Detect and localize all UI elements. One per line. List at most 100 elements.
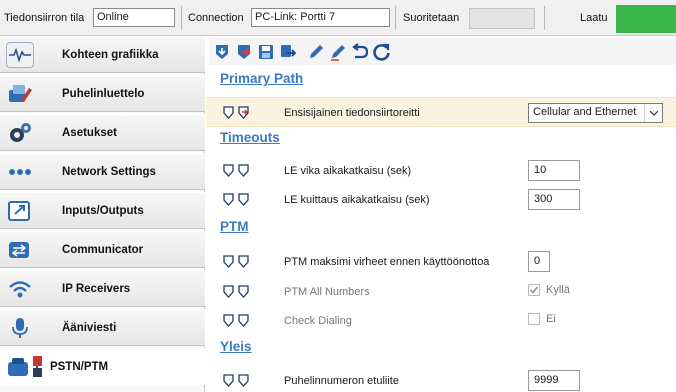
- running-indicator: [469, 8, 535, 29]
- toolbar: [209, 38, 676, 65]
- microphone-icon: [6, 315, 34, 341]
- shield-icon: [223, 314, 234, 327]
- shield-icon: [238, 164, 249, 177]
- sidebar-item-pstn-ptm[interactable]: PSTN/PTM: [0, 348, 205, 385]
- status-bar: Tiedonsiirron tila Online Connection PC-…: [0, 0, 676, 36]
- row-check-dialing: Check Dialing Ei: [206, 306, 676, 336]
- phone-cable-icon: [6, 354, 48, 380]
- le-ack-timeout-input[interactable]: 300: [528, 189, 580, 210]
- sidebar-item-target-graphics[interactable]: Kohteen grafiikka: [0, 36, 205, 73]
- ptm-all-numbers-checkbox[interactable]: Kyllä: [528, 284, 570, 296]
- quality-indicator: [616, 5, 676, 33]
- shield-icon: [223, 106, 234, 119]
- shield-icon: [223, 374, 234, 387]
- phonebook-icon: [6, 81, 34, 107]
- chevron-down-icon: [644, 104, 662, 122]
- read-icon: [215, 44, 228, 59]
- shield-icon: [223, 193, 234, 206]
- le-fault-timeout-label: LE vika aikakatkaisu (sek): [284, 165, 412, 177]
- sidebar-item-inputs-outputs[interactable]: Inputs/Outputs: [0, 192, 205, 229]
- edit-button[interactable]: [305, 41, 326, 62]
- save-button[interactable]: [255, 41, 276, 62]
- check-dialing-checkbox[interactable]: Ei: [528, 313, 556, 325]
- sidebar: Kohteen grafiikka Puhelinluettelo Asetuk…: [0, 36, 205, 392]
- row-ptm-max-errors: PTM maksimi virheet ennen käyttöönottoa …: [206, 247, 676, 277]
- transfer-button[interactable]: [277, 41, 298, 62]
- shield-icon: [238, 285, 249, 298]
- section-timeouts: Timeouts: [220, 130, 280, 145]
- le-ack-timeout-label: LE kuittaus aikakatkaisu (sek): [284, 194, 430, 206]
- le-fault-timeout-input[interactable]: 10: [528, 160, 580, 181]
- check-dialing-label: Check Dialing: [284, 315, 352, 327]
- sidebar-item-label: Network Settings: [62, 166, 156, 178]
- ptm-max-errors-label: PTM maksimi virheet ennen käyttöönottoa: [284, 256, 490, 268]
- transfer-state-label: Tiedonsiirron tila: [4, 12, 85, 24]
- sidebar-item-network-settings[interactable]: Network Settings: [0, 153, 205, 190]
- ptm-max-errors-input[interactable]: 0: [528, 251, 550, 272]
- row-le-fault-timeout: LE vika aikakatkaisu (sek) 10: [206, 156, 676, 186]
- primary-route-label: Ensisijainen tiedonsiirtoreitti: [284, 107, 420, 119]
- sidebar-item-phonebook[interactable]: Puhelinluettelo: [0, 75, 205, 112]
- section-general: Yleis: [220, 339, 252, 354]
- connection-label: Connection: [188, 12, 244, 24]
- wifi-icon: [6, 276, 34, 302]
- divider: [544, 6, 545, 30]
- read-button[interactable]: [211, 41, 232, 62]
- io-arrow-icon: [6, 198, 34, 224]
- sidebar-item-ip-receivers[interactable]: IP Receivers: [0, 270, 205, 307]
- connection-value: PC-Link: Portti 7: [251, 8, 390, 27]
- gears-icon: [6, 120, 34, 146]
- sidebar-item-label: Puhelinluettelo: [62, 88, 145, 100]
- shield-icon: [223, 164, 234, 177]
- running-label: Suoritetaan: [403, 12, 460, 24]
- transfer-icon: [280, 44, 296, 57]
- divider: [395, 6, 396, 30]
- primary-route-select[interactable]: Cellular and Ethernet: [528, 103, 663, 123]
- sidebar-item-settings[interactable]: Asetukset: [0, 114, 205, 151]
- row-le-ack-timeout: LE kuittaus aikakatkaisu (sek) 300: [206, 185, 676, 215]
- ptm-all-numbers-value: Kyllä: [546, 284, 570, 296]
- sidebar-item-label: Ääniviesti: [62, 322, 117, 334]
- write-icon: [237, 44, 250, 59]
- shield-icon: [238, 314, 249, 327]
- transfer-state-value: Online: [93, 8, 175, 27]
- section-primary-path: Primary Path: [220, 71, 304, 86]
- sidebar-item-label: Communicator: [62, 244, 144, 256]
- phone-prefix-input[interactable]: 9999: [528, 370, 580, 391]
- sidebar-item-communicator[interactable]: Communicator: [0, 231, 205, 268]
- waveform-icon: [6, 42, 34, 68]
- row-ptm-all-numbers: PTM All Numbers Kyllä: [206, 277, 676, 307]
- undo-icon: [351, 42, 368, 58]
- dots-icon: [6, 159, 34, 185]
- shield-icon: [223, 285, 234, 298]
- shield-icon: [223, 255, 234, 268]
- sidebar-item-label: Inputs/Outputs: [62, 205, 144, 217]
- refresh-icon: [372, 43, 390, 61]
- refresh-button[interactable]: [371, 41, 392, 62]
- shield-icon: [238, 255, 249, 268]
- undo-button[interactable]: [349, 41, 370, 62]
- checkbox-unchecked-icon: [528, 313, 540, 325]
- sidebar-item-label: Kohteen grafiikka: [62, 49, 159, 61]
- row-primary-route: Ensisijainen tiedonsiirtoreitti Cellular…: [206, 97, 676, 127]
- edit-icon: [309, 44, 323, 58]
- shield-modified-icon: [238, 106, 249, 119]
- edit-alt-button[interactable]: [327, 41, 348, 62]
- settings-panel: Primary Path Ensisijainen tiedonsiirtore…: [206, 65, 676, 392]
- primary-route-value: Cellular and Ethernet: [533, 106, 637, 118]
- phone-prefix-label: Puhelinnumeron etuliite: [284, 375, 399, 387]
- divider: [181, 6, 182, 30]
- save-icon: [258, 44, 273, 59]
- section-ptm: PTM: [220, 219, 249, 234]
- write-button[interactable]: [233, 41, 254, 62]
- arrows-exchange-icon: [6, 237, 34, 263]
- ptm-all-numbers-label: PTM All Numbers: [284, 286, 370, 298]
- checkbox-checked-icon: [528, 284, 540, 296]
- edit-alt-icon: [330, 44, 345, 61]
- sidebar-item-voice-message[interactable]: Ääniviesti: [0, 309, 205, 346]
- shield-icon: [238, 193, 249, 206]
- sidebar-item-label: Asetukset: [62, 127, 117, 139]
- check-dialing-value: Ei: [546, 313, 556, 325]
- row-phone-prefix: Puhelinnumeron etuliite 9999: [206, 366, 676, 392]
- sidebar-item-label: IP Receivers: [62, 283, 131, 295]
